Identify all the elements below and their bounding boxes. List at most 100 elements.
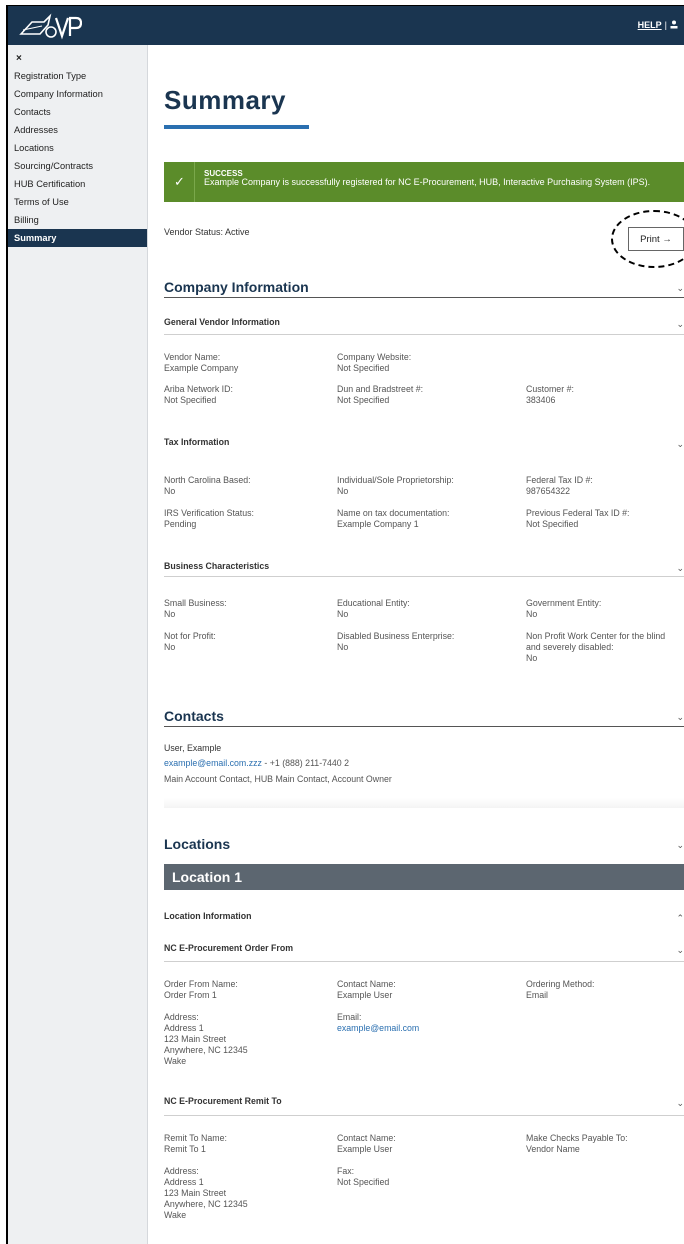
sidebar-item-hub-certification[interactable]: HUB Certification	[8, 175, 147, 193]
order-email-link[interactable]: example@email.com	[337, 1023, 419, 1033]
sidebar-item-registration-type[interactable]: Registration Type	[8, 67, 147, 85]
order-address-line-3: Anywhere, NC 12345	[164, 1045, 248, 1055]
contact-email-link[interactable]: example@email.com.zzz	[164, 758, 262, 768]
ariba-id-value: Not Specified	[164, 395, 217, 405]
section-divider	[164, 726, 684, 727]
remit-to-heading: NC E-Procurement Remit To	[164, 1096, 282, 1106]
chevron-down-icon[interactable]: ⌄	[676, 319, 684, 330]
company-information-heading: Company Information	[164, 279, 309, 295]
sidebar: × Registration Type Company Information …	[8, 45, 148, 1244]
ariba-id-label: Ariba Network ID:	[164, 384, 233, 394]
fax-label: Fax:	[337, 1166, 355, 1176]
close-sidebar-button[interactable]: ×	[8, 45, 147, 67]
order-from-heading: NC E-Procurement Order From	[164, 943, 294, 953]
subsection-divider	[164, 961, 684, 962]
contacts-heading: Contacts	[164, 708, 224, 724]
chevron-down-icon[interactable]: ⌄	[676, 840, 684, 851]
chevron-down-icon[interactable]: ⌄	[676, 563, 684, 574]
location-information-heading: Location Information	[164, 911, 252, 921]
duns-value: Not Specified	[337, 395, 390, 405]
checks-payable-value: Vendor Name	[526, 1144, 580, 1154]
order-address-line-4: Wake	[164, 1056, 187, 1066]
educational-entity-value: No	[337, 609, 349, 619]
government-entity-value: No	[526, 609, 538, 619]
remit-address-line-1: Address 1	[164, 1177, 204, 1187]
remit-address-label: Address:	[164, 1166, 199, 1176]
order-email-label: Email:	[337, 1012, 362, 1022]
chevron-down-icon[interactable]: ⌄	[676, 1098, 684, 1109]
checks-payable-label: Make Checks Payable To:	[526, 1133, 628, 1143]
federal-tax-id-value: 987654322	[526, 486, 571, 496]
order-address-line-2: 123 Main Street	[164, 1034, 227, 1044]
educational-entity-label: Educational Entity:	[337, 598, 410, 608]
evp-logo[interactable]	[18, 12, 82, 40]
chevron-down-icon[interactable]: ⌄	[676, 712, 684, 723]
company-website-label: Company Website:	[337, 352, 412, 362]
sidebar-item-company-information[interactable]: Company Information	[8, 85, 147, 103]
duns-label: Dun and Bradstreet #:	[337, 384, 424, 394]
main-content: Summary ✓ SUCCESS Example Company is suc…	[162, 45, 684, 1244]
remit-address-line-4: Wake	[164, 1210, 187, 1220]
contact-details: example@email.com.zzz - +1 (888) 211-744…	[164, 758, 349, 768]
header-links: HELP |	[638, 20, 678, 30]
small-business-value: No	[164, 609, 176, 619]
order-contact-name-label: Contact Name:	[337, 979, 396, 989]
section-spacer	[164, 798, 684, 808]
checkmark-icon: ✓	[174, 174, 185, 189]
order-from-name-label: Order From Name:	[164, 979, 238, 989]
irs-status-value: Pending	[164, 519, 197, 529]
top-navigation-bar: HELP |	[8, 6, 684, 45]
npwc-value: No	[526, 653, 538, 663]
general-vendor-info-heading: General Vendor Information	[164, 317, 280, 327]
vendor-name-label: Vendor Name:	[164, 352, 221, 362]
remit-to-name-label: Remit To Name:	[164, 1133, 227, 1143]
remit-to-name-value: Remit To 1	[164, 1144, 206, 1154]
sidebar-item-terms-of-use[interactable]: Terms of Use	[8, 193, 147, 211]
chevron-down-icon[interactable]: ⌄	[676, 945, 684, 956]
fax-value: Not Specified	[337, 1177, 390, 1187]
chevron-up-icon[interactable]: ⌃	[676, 913, 684, 924]
nc-based-value: No	[164, 486, 176, 496]
vendor-status: Vendor Status: Active	[164, 227, 250, 237]
location-header-bar[interactable]: Location 1	[164, 864, 684, 890]
federal-tax-id-label: Federal Tax ID #:	[526, 475, 593, 485]
chevron-down-icon[interactable]: ⌄	[676, 283, 684, 294]
success-message: Example Company is successfully register…	[204, 177, 651, 187]
sidebar-item-addresses[interactable]: Addresses	[8, 121, 147, 139]
remit-address-line-3: Anywhere, NC 12345	[164, 1199, 248, 1209]
help-link[interactable]: HELP	[638, 20, 662, 30]
print-button[interactable]: Print →	[628, 227, 684, 251]
contact-phone: - +1 (888) 211-7440 2	[261, 758, 350, 768]
irs-status-label: IRS Verification Status:	[164, 508, 254, 518]
success-banner: ✓ SUCCESS Example Company is successfull…	[164, 162, 684, 202]
sole-proprietorship-value: No	[337, 486, 349, 496]
sidebar-item-locations[interactable]: Locations	[8, 139, 147, 157]
order-address-label: Address:	[164, 1012, 199, 1022]
contact-name: User, Example	[164, 743, 222, 753]
customer-number-label: Customer #:	[526, 384, 574, 394]
sidebar-item-billing[interactable]: Billing	[8, 211, 147, 229]
app-window: HELP | × Registration Type Company Inform…	[6, 5, 684, 1244]
user-icon[interactable]	[670, 20, 678, 29]
npwc-label-line-1: Non Profit Work Center for the blind	[526, 631, 666, 641]
customer-number-value: 383406	[526, 395, 556, 405]
chevron-down-icon[interactable]: ⌄	[676, 439, 684, 450]
order-from-name-value: Order From 1	[164, 990, 217, 1000]
previous-tax-id-label: Previous Federal Tax ID #:	[526, 508, 630, 518]
ordering-method-value: Email	[526, 990, 548, 1000]
sidebar-item-contacts[interactable]: Contacts	[8, 103, 147, 121]
sidebar-item-summary[interactable]: Summary	[8, 229, 147, 247]
sidebar-item-sourcing-contracts[interactable]: Sourcing/Contracts	[8, 157, 147, 175]
remit-address-line-2: 123 Main Street	[164, 1188, 227, 1198]
page-title: Summary	[164, 85, 286, 115]
banner-divider	[194, 162, 195, 202]
subsection-divider	[164, 576, 684, 577]
sole-proprietorship-label: Individual/Sole Proprietorship:	[337, 475, 454, 485]
header-separator: |	[664, 20, 667, 30]
tax-information-heading: Tax Information	[164, 437, 230, 447]
disabled-business-label: Disabled Business Enterprise:	[337, 631, 455, 641]
subsection-divider	[164, 1115, 684, 1116]
locations-heading: Locations	[164, 836, 231, 852]
title-underline	[164, 125, 309, 129]
order-contact-name-value: Example User	[337, 990, 393, 1000]
